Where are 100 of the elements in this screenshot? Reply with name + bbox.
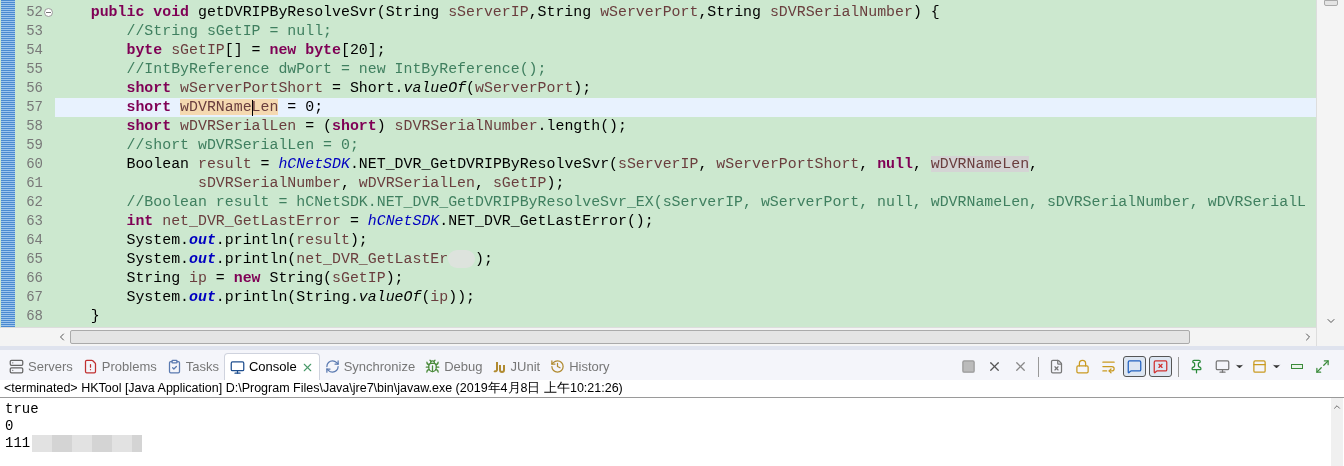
code-token: = Short. <box>331 80 404 96</box>
code-token: , <box>698 156 709 172</box>
code-token: ip <box>189 270 207 286</box>
maximize-icon <box>1315 359 1330 374</box>
fold-icon[interactable] <box>44 8 53 17</box>
code-token: byte <box>125 42 164 58</box>
code-token: ); <box>385 270 404 286</box>
code-token: hCNetSDK <box>278 156 350 172</box>
code-token: [] = <box>224 42 262 58</box>
line-number: 63 <box>26 212 43 231</box>
line-number: 55 <box>26 60 43 79</box>
toolbar-button[interactable] <box>1149 356 1172 377</box>
code-token: void <box>153 4 190 20</box>
code-token: ) <box>376 118 387 134</box>
code-token: , <box>859 156 870 172</box>
new-window-icon <box>1252 359 1267 374</box>
code-token: short <box>125 118 173 134</box>
line-number: 57 <box>26 98 43 117</box>
lock-icon <box>1075 359 1090 374</box>
close-all-icon <box>1013 359 1028 374</box>
code-token: .println(String. <box>215 289 359 305</box>
code-token: ); <box>475 251 493 267</box>
warning-file-icon <box>82 359 98 374</box>
view-tab[interactable]: Debug <box>420 353 488 380</box>
code-token: sGetIP <box>171 42 225 58</box>
code-token: sServerIP <box>618 156 699 172</box>
code-token: ); <box>546 175 565 191</box>
line-number: 67 <box>26 288 43 307</box>
line-number: 65 <box>26 250 43 269</box>
code-token: out <box>189 232 216 248</box>
sync-icon <box>324 359 340 374</box>
line-number: 66 <box>26 269 43 288</box>
view-tab[interactable]: History <box>545 353 615 380</box>
highlighted-code-token: wDVRName <box>180 99 252 115</box>
wrap-icon <box>1101 359 1116 374</box>
console-output-line: 111 <box>5 435 31 452</box>
code-token: = <box>259 156 271 172</box>
code-token: = <box>214 270 226 286</box>
vertical-scrollbar[interactable] <box>1331 398 1343 466</box>
code-token: valueOf <box>358 289 422 305</box>
code-editor[interactable] <box>0 0 1316 327</box>
history-icon <box>550 359 566 374</box>
monitor-icon <box>229 359 245 375</box>
view-tab[interactable]: Servers <box>4 353 78 380</box>
code-token: = <box>348 213 360 229</box>
code-token: out <box>189 289 216 305</box>
code-token: getDVRIPByResolveSvr(String <box>196 4 441 20</box>
code-token: .println( <box>215 251 297 267</box>
line-number: 68 <box>26 307 43 326</box>
monitor-icon <box>1215 359 1230 374</box>
view-tab[interactable]: JUnit <box>487 353 546 380</box>
code-token: ); <box>349 232 368 248</box>
server-icon <box>9 359 24 374</box>
code-token: ( <box>466 80 476 96</box>
code-token: , <box>912 156 923 172</box>
horizontal-scrollbar[interactable] <box>0 327 1316 346</box>
view-tab[interactable]: Synchronize <box>319 353 421 380</box>
code-token: , <box>1029 156 1039 172</box>
code-token: [20]; <box>341 42 386 58</box>
line-number: 54 <box>26 41 43 60</box>
code-token: sDVRSerialNumber <box>769 4 913 20</box>
clipboard-icon <box>166 359 182 374</box>
line-number: 60 <box>26 155 43 174</box>
scroll-up-icon[interactable] <box>1332 402 1342 412</box>
vertical-scrollbar[interactable] <box>1316 0 1344 346</box>
code-token: ); <box>573 80 592 96</box>
message-icon <box>1127 359 1142 374</box>
highlighted-code-token: wDVRNameLen <box>930 156 1030 172</box>
code-token: null <box>877 156 913 172</box>
view-tab[interactable]: Tasks <box>161 353 224 380</box>
view-tab[interactable]: Problems <box>77 353 162 380</box>
scroll-thumb[interactable] <box>70 330 1190 344</box>
code-token: new <box>233 270 261 286</box>
code-token: .NET_DVR_GetDVRIPByResolveSvr( <box>349 156 618 172</box>
code-token: ip <box>430 289 449 305</box>
code-token: ( <box>421 289 431 305</box>
code-token: ) { <box>912 4 940 20</box>
code-token: = ( <box>304 118 333 134</box>
code-token: //short wDVRSerialLen = 0; <box>125 137 359 153</box>
junit-logo-icon <box>492 359 507 374</box>
toolbar-button[interactable] <box>1123 356 1146 377</box>
clear-icon <box>1049 359 1064 374</box>
code-token: Boolean <box>125 156 191 172</box>
code-token: } <box>89 308 100 324</box>
highlighted-code-token: Len <box>251 99 279 115</box>
code-token: result <box>198 156 252 172</box>
code-token: wServerPortShort <box>180 80 324 96</box>
code-token: sGetIP <box>332 270 386 286</box>
code-token: new byte <box>269 42 341 58</box>
view-tab[interactable]: Console <box>223 353 320 380</box>
close-icon <box>987 359 1002 374</box>
code-token: //String sGetIP = null; <box>125 23 332 39</box>
console-output-line: true <box>5 401 39 418</box>
code-token: sDVRSerialNumber <box>196 175 341 191</box>
code-token: System. <box>125 289 190 305</box>
code-token: ,String <box>528 4 593 20</box>
code-token: wServerPortShort <box>716 156 860 172</box>
code-token: .length(); <box>537 118 627 134</box>
scroll-thumb[interactable] <box>1323 0 1338 6</box>
code-token: System. <box>125 251 190 267</box>
